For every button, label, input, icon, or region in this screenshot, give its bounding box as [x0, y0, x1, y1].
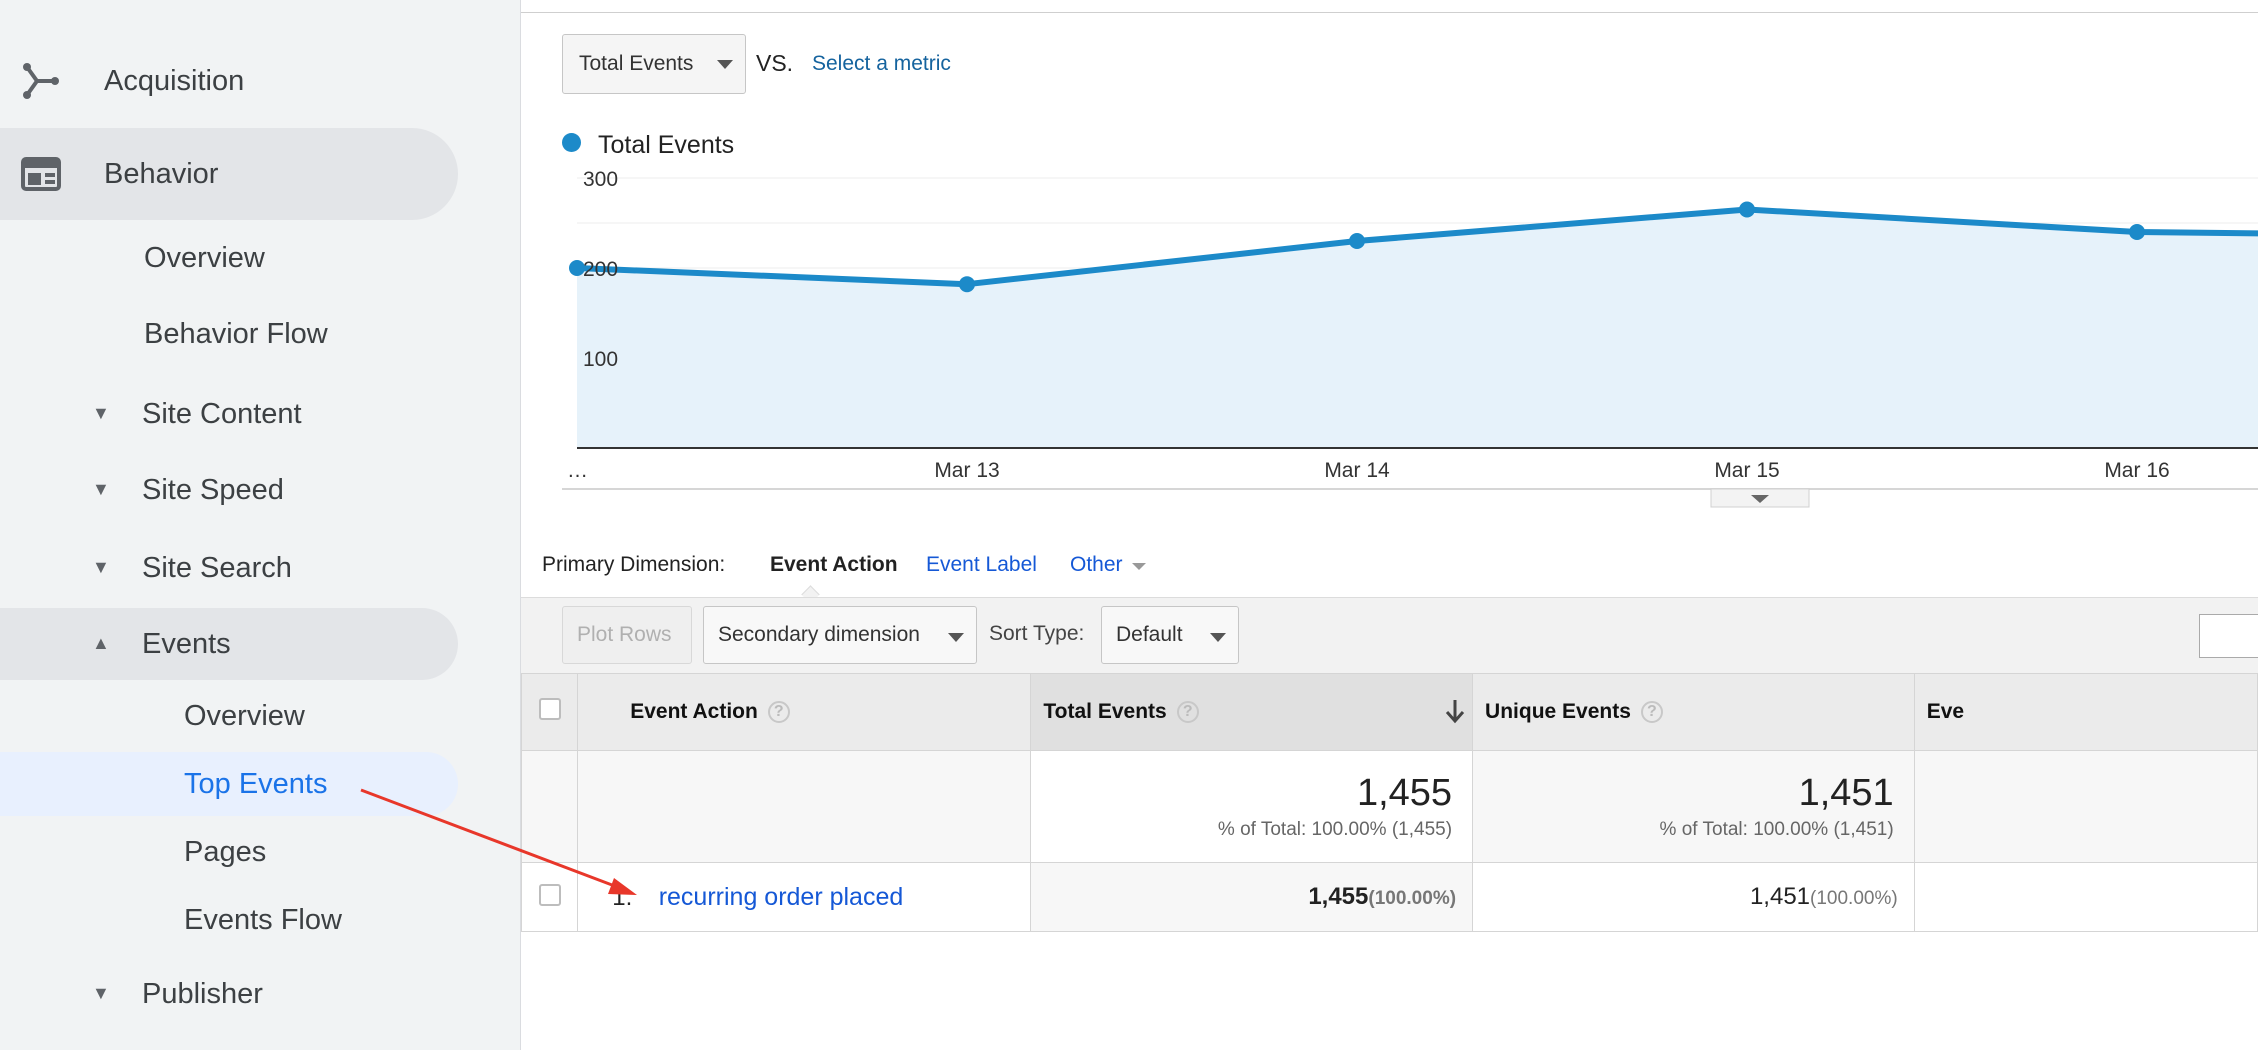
annotation-arrow [360, 788, 637, 895]
